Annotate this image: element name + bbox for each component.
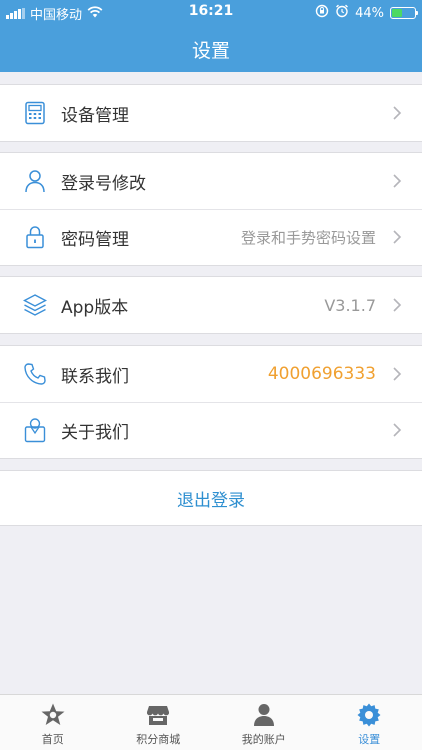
settings-row-about[interactable]: 关于我们: [0, 402, 422, 458]
calculator-icon: [23, 101, 47, 125]
chevron-right-icon: [386, 294, 408, 316]
home-star-icon: [40, 702, 66, 728]
tab-settings[interactable]: 设置: [317, 695, 422, 750]
tab-account[interactable]: 我的账户: [211, 695, 317, 750]
settings-row-label: 登录号修改: [61, 173, 146, 194]
gear-icon: [356, 702, 382, 728]
status-bar: 中国移动 16:21 44%: [0, 0, 422, 24]
chevron-right-icon: [386, 419, 408, 441]
page-title: 设置: [191, 40, 230, 62]
chevron-right-icon: [386, 363, 408, 385]
header-bar: 中国移动 16:21 44% 设置: [0, 0, 422, 72]
chevron-right-icon: [386, 102, 408, 124]
tab-home[interactable]: 首页: [0, 695, 106, 750]
profile-icon: [23, 418, 47, 443]
settings-row-label: 关于我们: [61, 422, 129, 443]
logout-group: 退出登录: [0, 470, 422, 526]
settings-row-version[interactable]: App版本 V3.1.7: [0, 277, 422, 333]
tab-label: 积分商城: [136, 733, 181, 746]
password-hint: 登录和手势密码设置: [240, 228, 376, 247]
tab-label: 首页: [41, 733, 64, 746]
settings-row-label: 联系我们: [61, 366, 129, 387]
chevron-right-icon: [386, 226, 408, 248]
settings-row-password[interactable]: 密码管理 登录和手势密码设置: [0, 209, 422, 265]
settings-row-label: App版本: [61, 297, 129, 318]
settings-row-device[interactable]: 设备管理: [0, 85, 422, 141]
settings-group-contact: 联系我们 4000696333 关于我们: [0, 345, 422, 459]
settings-group-account: 登录号修改 密码管理 登录和手势密码设置: [0, 152, 422, 266]
tab-label: 我的账户: [241, 733, 286, 746]
logout-label: 退出登录: [177, 490, 245, 511]
app-version-value: V3.1.7: [324, 295, 376, 315]
chevron-right-icon: [386, 170, 408, 192]
user-icon: [23, 169, 47, 193]
store-icon: [145, 702, 171, 728]
settings-group-version: App版本 V3.1.7: [0, 276, 422, 334]
settings-row-login-id[interactable]: 登录号修改: [0, 153, 422, 209]
logout-button[interactable]: 退出登录: [0, 471, 422, 525]
phone-icon: [23, 362, 47, 386]
layers-icon: [23, 293, 47, 317]
tab-bar: 首页 积分商城 我的账户 设置: [0, 694, 422, 750]
rotation-lock-icon: [315, 4, 329, 22]
battery-icon: [390, 7, 418, 19]
settings-row-label: 密码管理: [61, 229, 129, 250]
lock-icon: [23, 225, 47, 249]
tab-label: 设置: [358, 733, 381, 746]
alarm-icon: [335, 4, 349, 22]
settings-group-device: 设备管理: [0, 84, 422, 142]
person-icon: [251, 702, 277, 728]
settings-row-label: 设备管理: [61, 105, 129, 126]
tab-store[interactable]: 积分商城: [106, 695, 212, 750]
settings-row-contact[interactable]: 联系我们 4000696333: [0, 346, 422, 402]
battery-percent: 44%: [355, 5, 384, 21]
hotline-number[interactable]: 4000696333: [268, 364, 376, 384]
